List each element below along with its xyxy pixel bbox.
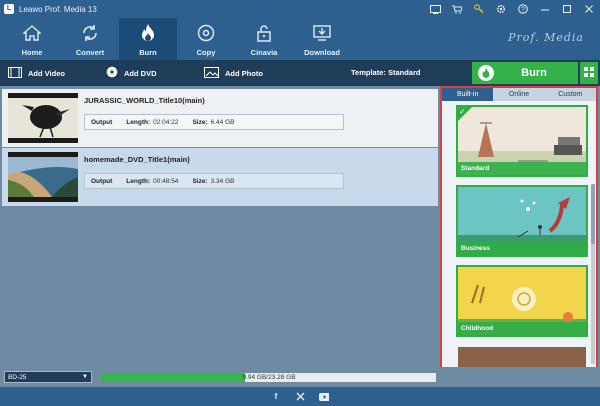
help-icon[interactable]: ? (512, 0, 534, 18)
cart-icon[interactable] (446, 0, 468, 18)
add-video-button[interactable]: Add Video (8, 60, 65, 86)
template-indicator: Template: Standard (351, 68, 421, 77)
nav-copy[interactable]: Copy (177, 18, 235, 60)
list-item[interactable]: JURASSIC_WORLD_Title10(main) Output Leng… (2, 89, 438, 147)
template-card-standard[interactable]: ✓ Standard (456, 105, 588, 177)
nav-burn[interactable]: Burn (119, 18, 177, 60)
close-icon[interactable] (578, 0, 600, 18)
window-controls: ? (424, 0, 600, 18)
film-icon (8, 66, 22, 80)
list-item[interactable]: homemade_DVD_Title1(main) Output Length:… (2, 148, 438, 206)
size-value: 6.44 GB (210, 118, 235, 126)
add-dvd-label: Add DVD (124, 68, 157, 78)
x-icon[interactable] (295, 392, 305, 402)
template-label: Standard (458, 162, 586, 175)
nav-copy-label: Copy (196, 48, 216, 57)
output-label: Output (91, 177, 113, 185)
length-value: 00:48:54 (153, 177, 179, 185)
template-label: Business (458, 242, 586, 255)
convert-icon (80, 23, 100, 43)
burn-button[interactable]: Burn (472, 62, 578, 84)
nav-cinavia-label: Cinavia (250, 48, 278, 57)
video-list: JURASSIC_WORLD_Title10(main) Output Leng… (2, 86, 438, 367)
svg-text:?: ? (521, 6, 525, 13)
template-list: ✓ Standard Business Childhood (442, 101, 596, 372)
tab-built-in[interactable]: Built-in (442, 88, 494, 101)
length-label: Length: (126, 177, 151, 185)
item-title: JURASSIC_WORLD_Title10(main) (84, 96, 205, 105)
template-card-childhood[interactable]: Childhood (456, 265, 588, 337)
app-logo-icon: L (4, 4, 14, 14)
disc-usage-text: 9.94 GB/23.28 GB (242, 374, 296, 381)
size-label: Size: (192, 118, 208, 126)
layout-toggle-button[interactable] (580, 62, 598, 84)
gear-icon[interactable] (490, 0, 512, 18)
item-title: homemade_DVD_Title1(main) (84, 155, 190, 164)
youtube-icon[interactable] (319, 392, 329, 402)
template-label: Childhood (458, 322, 586, 335)
nav-cinavia[interactable]: Cinavia (235, 18, 293, 60)
title-bar: L Leawo Prof. Media 13 ? (0, 0, 600, 18)
add-video-label: Add Video (28, 68, 65, 78)
template-scrollbar[interactable] (591, 184, 595, 364)
photo-icon (204, 66, 219, 80)
nav-download-label: Download (304, 48, 340, 57)
minimize-icon[interactable] (534, 0, 556, 18)
media-icon[interactable] (424, 0, 446, 18)
length-value: 02:04:22 (153, 118, 179, 126)
template-panel: Built-in Online Custom ✓ Standard Busine… (440, 86, 598, 374)
disc-usage-bar: 9.94 GB/23.28 GB (102, 373, 436, 382)
nav-convert-label: Convert (75, 48, 105, 57)
size-label: Size: (192, 177, 208, 185)
disc-type-select[interactable]: BD-25 ▼ (4, 371, 92, 383)
flame-icon (138, 23, 158, 43)
video-thumbnail (8, 152, 78, 202)
item-info: Output Length: 00:48:54 Size: 3.34 GB (84, 173, 344, 189)
maximize-icon[interactable] (556, 0, 578, 18)
disc-type-value: BD-25 (8, 374, 27, 381)
nav-home[interactable]: Home (3, 18, 61, 60)
burn-label: Burn (521, 67, 547, 79)
add-photo-button[interactable]: Add Photo (204, 60, 263, 86)
key-icon[interactable] (468, 0, 490, 18)
video-thumbnail (8, 93, 78, 143)
app-title: Leawo Prof. Media 13 (19, 4, 97, 14)
size-value: 3.34 GB (210, 177, 235, 185)
scrollbar-thumb[interactable] (591, 184, 595, 244)
facebook-icon[interactable]: f (271, 392, 281, 402)
output-label: Output (91, 118, 113, 126)
item-info: Output Length: 02:04:22 Size: 6.44 GB (84, 114, 344, 130)
length-label: Length: (126, 118, 151, 126)
download-icon (312, 23, 332, 43)
nav-home-label: Home (21, 48, 43, 57)
brand-mark: Prof. Media (508, 31, 584, 44)
template-tabs: Built-in Online Custom (442, 88, 596, 101)
tab-custom[interactable]: Custom (545, 88, 596, 101)
unlock-icon (254, 23, 274, 43)
tab-online[interactable]: Online (493, 88, 544, 101)
add-photo-label: Add Photo (225, 68, 263, 78)
disc-icon (106, 66, 118, 80)
flame-icon (478, 65, 494, 81)
home-icon (22, 23, 42, 43)
add-dvd-button[interactable]: Add DVD (106, 60, 157, 86)
nav-convert[interactable]: Convert (61, 18, 119, 60)
grid-icon (584, 67, 594, 79)
footer: f (0, 387, 600, 406)
nav-burn-label: Burn (139, 48, 157, 57)
nav-download[interactable]: Download (293, 18, 351, 60)
check-icon: ✓ (459, 107, 466, 116)
chevron-down-icon: ▼ (82, 374, 88, 380)
main-nav: Home Convert Burn Copy Cinavia Download … (0, 18, 600, 60)
disc-icon (196, 23, 216, 43)
template-card-business[interactable]: Business (456, 185, 588, 257)
